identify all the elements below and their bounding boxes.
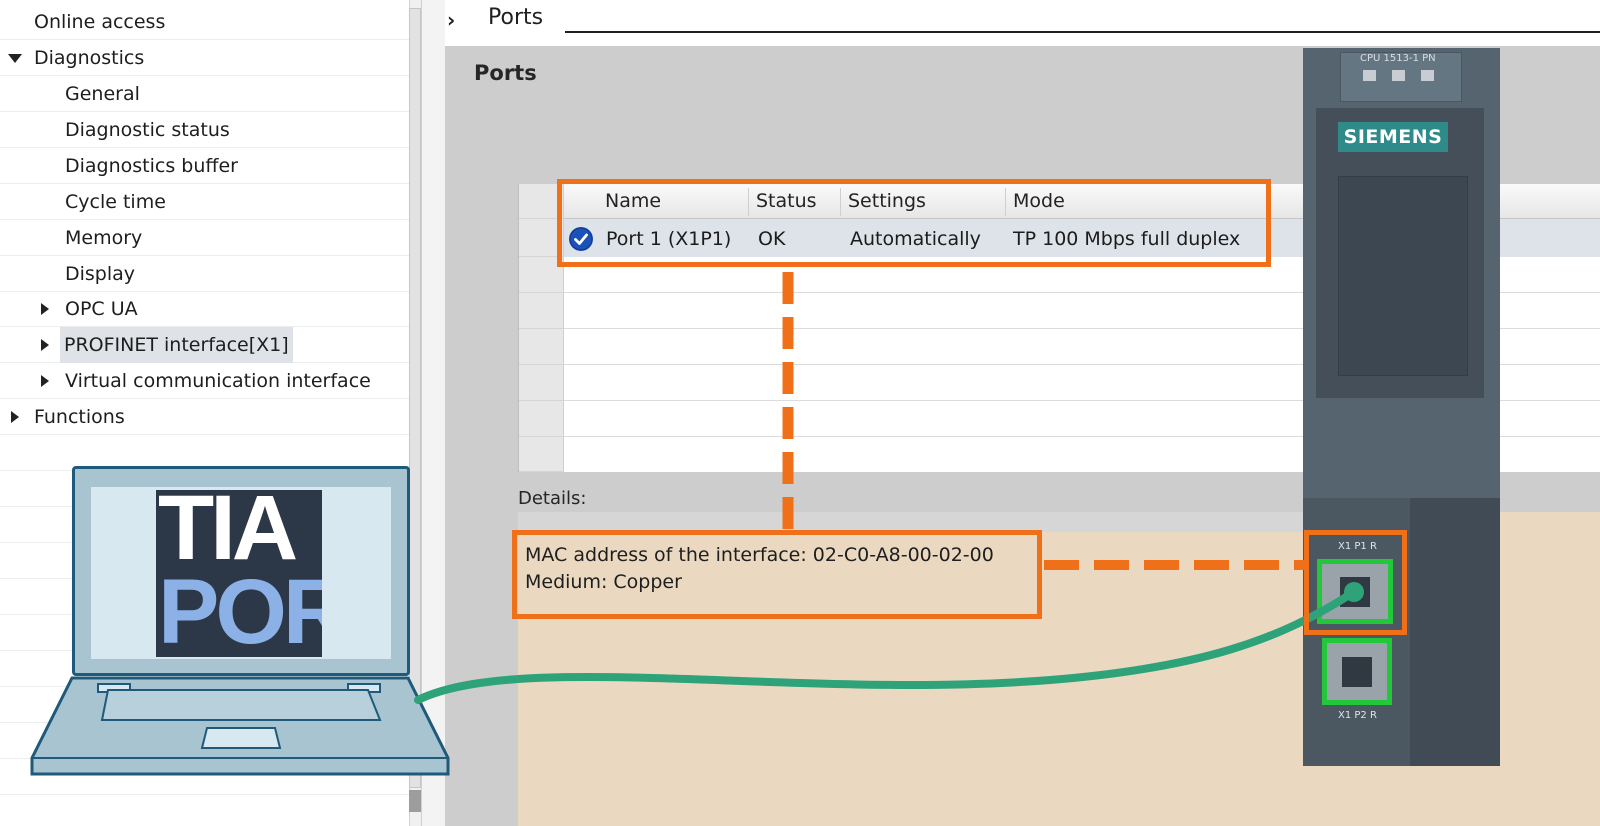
nav-item-label: OPC UA [65,298,138,320]
brand-logo: SIEMENS [1338,122,1448,152]
divider [0,794,410,795]
status-led-icon [1363,70,1376,81]
breadcrumb-label: Ports [488,5,544,30]
nav-item-label: Memory [65,227,143,249]
nav-item-label: General [65,83,140,105]
chevron-right-icon[interactable]: › [447,8,455,32]
ethernet-port-2-icon [1322,638,1392,705]
nav-item-label: Diagnostics buffer [65,155,238,177]
laptop-keyboard-base [30,676,450,776]
port-row-highlight [557,179,1271,267]
collapsed-arrow-icon[interactable] [38,374,52,388]
nav-item-display[interactable]: Display [0,256,410,292]
collapsed-arrow-icon[interactable] [38,302,52,316]
nav-item-diagnostics-buffer[interactable]: Diagnostics buffer [0,148,410,184]
nav-item-label: Functions [34,406,125,428]
port2-label: X1 P2 R [1338,710,1377,721]
divider [565,31,1600,33]
nav-item-label: PROFINET interface[X1] [60,327,293,363]
nav-item-label: Online access [34,11,166,33]
nav-item-memory[interactable]: Memory [0,220,410,256]
row-number [519,365,564,401]
tia-portal-logo: TIA POR [156,490,322,657]
nav-item-label: Diagnostics [34,47,145,69]
collapsed-arrow-icon[interactable] [38,338,52,352]
nav-item-label: Cycle time [65,191,166,213]
row-number [519,293,564,329]
nav-item-diagnostic-status[interactable]: Diagnostic status [0,112,410,148]
row-number [519,437,564,472]
nav-item-cycle-time[interactable]: Cycle time [0,184,410,220]
row-number [519,401,564,437]
nav-item-diagnostics[interactable]: Diagnostics [0,40,410,76]
port1-highlight [1304,530,1407,635]
logo-line2: POR [158,561,322,657]
scrollbar-thumb-grip[interactable] [409,790,421,812]
expanded-arrow-icon[interactable] [8,51,22,65]
nav-item-online-access[interactable]: Online access [0,4,410,40]
nav-item-label: Virtual communication interface [65,370,371,392]
details-label: Details: [518,488,587,509]
row-number [519,329,564,365]
nav-item-virtual-communication-interface[interactable]: Virtual communication interface [0,363,410,399]
details-header [518,512,1303,532]
plc-model-label: CPU 1513-1 PN [1360,53,1436,64]
nav-item-opc-ua[interactable]: OPC UA [0,291,410,327]
nav-item-profinet-interface[interactable]: PROFINET interface[X1] [0,327,410,363]
nav-item-label: Display [65,263,136,285]
collapsed-arrow-icon[interactable] [8,410,22,424]
plc-display [1338,176,1468,376]
plc-front-flap [1410,498,1500,766]
status-led-icon [1421,70,1434,81]
nav-item-functions[interactable]: Functions [0,399,410,435]
page-title: Ports [474,61,537,85]
status-led-icon [1392,70,1405,81]
scrollbar-thumb[interactable] [409,8,421,788]
nav-item-label: Diagnostic status [65,119,230,141]
details-highlight [512,530,1042,619]
breadcrumb [445,0,1600,46]
nav-item-general[interactable]: General [0,76,410,112]
